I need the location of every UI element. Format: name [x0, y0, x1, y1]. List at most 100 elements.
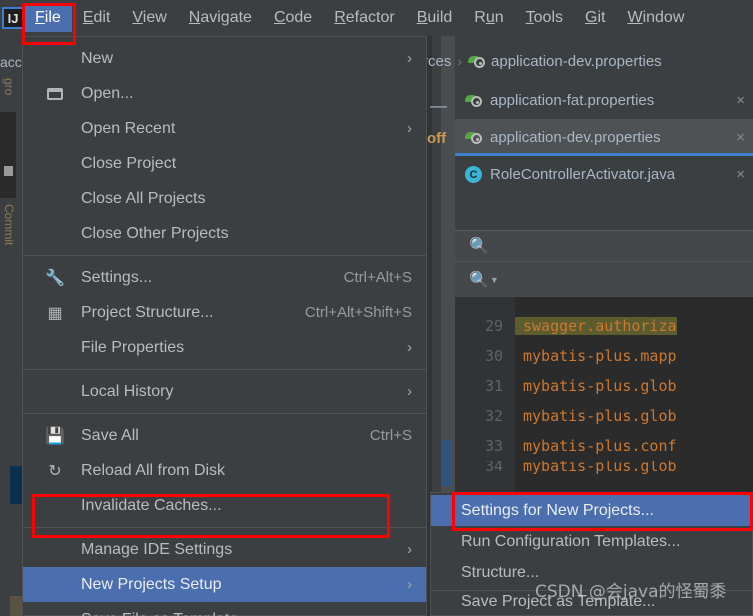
left-tool-strip: acc gro Commit — [0, 36, 22, 616]
menu-item-open-recent[interactable]: Open Recent › — [23, 111, 426, 146]
menu-item-local-history[interactable]: Local History › — [23, 374, 426, 409]
chevron-down-icon[interactable]: ▼ — [490, 275, 499, 285]
breadcrumb-current[interactable]: application-dev.properties — [491, 53, 662, 70]
menu-item-close-all-projects[interactable]: Close All Projects — [23, 181, 426, 216]
tab-label: RoleControllerActivator.java — [490, 166, 676, 183]
menubar-item-file[interactable]: File — [24, 4, 72, 32]
close-icon[interactable]: × — [726, 129, 745, 146]
menubar-item-navigate[interactable]: Navigate — [178, 4, 263, 32]
menu-item-project-structure[interactable]: ▦ Project Structure... Ctrl+Alt+Shift+S — [23, 295, 426, 330]
search-bar-top[interactable]: 🔍 — [455, 230, 753, 261]
submenu-item-run-configuration-templates[interactable]: Run Configuration Templates... — [431, 526, 752, 557]
editor-tab-application-fat[interactable]: application-fat.properties × — [455, 82, 753, 119]
menu-item-label: Local History — [81, 382, 174, 400]
menu-item-settings[interactable]: 🔧 Settings... Ctrl+Alt+S — [23, 260, 426, 295]
menu-item-new-projects-setup[interactable]: New Projects Setup › — [23, 567, 426, 602]
menu-item-file-properties[interactable]: File Properties › — [23, 330, 426, 365]
search-icon[interactable]: 🔍 — [469, 236, 489, 256]
menubar-item-window[interactable]: Window — [616, 4, 695, 32]
tab-label: application-dev.properties — [490, 129, 661, 146]
submenu-item-label: Settings for New Projects... — [461, 501, 654, 519]
close-icon[interactable]: × — [726, 166, 745, 183]
wrench-icon: 🔧 — [45, 269, 65, 287]
menu-item-close-other-projects[interactable]: Close Other Projects — [23, 216, 426, 251]
menubar-item-run[interactable]: Run — [463, 4, 514, 32]
application-window: acc gro Commit — off rces › application-… — [0, 0, 753, 616]
properties-icon — [465, 130, 482, 145]
left-strip-vertical-text-1: gro — [2, 78, 16, 96]
scrollbar-thumb[interactable] — [442, 440, 452, 486]
menu-item-shortcut: Ctrl+Alt+S — [343, 269, 412, 286]
left-strip-vertical-text-2: Commit — [2, 204, 16, 246]
chevron-right-icon: › — [407, 383, 412, 400]
menu-item-invalidate-caches[interactable]: Invalidate Caches... — [23, 488, 426, 523]
menu-item-label: Close All Projects — [81, 189, 206, 207]
chevron-right-icon: › — [407, 541, 412, 558]
save-icon: 💾 — [45, 427, 65, 445]
menu-item-label: Reload All from Disk — [81, 461, 226, 479]
line-number: 32 — [484, 407, 503, 425]
breadcrumb[interactable]: rces › application-dev.properties — [423, 46, 662, 76]
left-strip-highlight-blue — [10, 466, 22, 504]
chevron-right-icon: › — [407, 120, 412, 137]
line-text: mybatis-plus.glob — [523, 461, 677, 475]
left-strip-marker — [4, 166, 13, 176]
menu-bar: IJ File Edit View Navigate Code Refactor… — [0, 0, 753, 36]
module-icon: ▦ — [47, 304, 63, 322]
chevron-right-icon: › — [407, 339, 412, 356]
menu-item-new[interactable]: New › — [23, 41, 426, 76]
menubar-item-git[interactable]: Git — [574, 4, 616, 32]
submenu-item-label: Run Configuration Templates... — [461, 532, 681, 550]
close-icon[interactable]: × — [726, 92, 745, 109]
code-line: 31 mybatis-plus.glob — [455, 371, 753, 401]
submenu-item-settings-for-new-projects[interactable]: Settings for New Projects... — [431, 495, 752, 526]
properties-icon — [465, 93, 482, 108]
editor-tab-application-dev[interactable]: application-dev.properties × — [455, 119, 753, 156]
menu-item-manage-ide-settings[interactable]: Manage IDE Settings › — [23, 532, 426, 567]
watermark: CSDN @会java的怪蜀黍 — [535, 582, 727, 602]
menu-item-label: Close Project — [81, 154, 177, 172]
menu-item-open[interactable]: Open... — [23, 76, 426, 111]
menu-item-label: Save File as Template... — [81, 611, 251, 616]
folder-icon — [45, 84, 65, 104]
left-strip-panel — [0, 112, 16, 198]
editor-tab-bar: application-fat.properties × application… — [455, 82, 753, 193]
reload-icon: ↻ — [48, 462, 62, 480]
breadcrumb-parent[interactable]: rces — [423, 53, 451, 70]
properties-icon — [468, 54, 486, 69]
line-text: swagger.authoriza — [515, 317, 677, 335]
menu-item-save-file-as-template[interactable]: Save File as Template... — [23, 602, 426, 616]
menubar-item-code[interactable]: Code — [263, 4, 323, 32]
menubar-item-view[interactable]: View — [121, 4, 177, 32]
menubar-item-refactor[interactable]: Refactor — [323, 4, 405, 32]
menubar-item-edit[interactable]: Edit — [72, 4, 122, 32]
search-icon[interactable]: 🔍 — [469, 270, 489, 290]
menu-item-reload-all-from-disk[interactable]: ↻ Reload All from Disk — [23, 453, 426, 488]
collapse-icon[interactable]: — — [430, 96, 447, 116]
code-line: 34 mybatis-plus.glob — [455, 461, 753, 475]
menu-item-label: Close Other Projects — [81, 224, 229, 242]
tab-label: application-fat.properties — [490, 92, 655, 109]
app-logo-icon: IJ — [2, 7, 24, 29]
menu-item-label: Project Structure... — [81, 303, 214, 321]
editor-tab-role-controller-activator[interactable]: C RoleControllerActivator.java × — [455, 156, 753, 193]
menu-item-label: Save All — [81, 426, 139, 444]
menu-separator — [23, 413, 426, 414]
menubar-item-tools[interactable]: Tools — [515, 4, 574, 32]
menu-separator — [23, 255, 426, 256]
code-editor[interactable]: 29 swagger.authoriza 30 mybatis-plus.map… — [455, 297, 753, 497]
menu-item-shortcut: Ctrl+S — [369, 427, 412, 444]
chevron-right-icon: › — [407, 50, 412, 67]
menu-item-save-all[interactable]: 💾 Save All Ctrl+S — [23, 418, 426, 453]
chevron-right-icon: › — [407, 576, 412, 593]
menu-item-label: Open... — [81, 84, 134, 102]
left-strip-text: acc — [0, 54, 22, 70]
menu-item-close-project[interactable]: Close Project — [23, 146, 426, 181]
line-text: mybatis-plus.glob — [523, 377, 677, 395]
line-number: 33 — [484, 437, 503, 455]
line-number: 29 — [484, 317, 503, 335]
menubar-item-build[interactable]: Build — [406, 4, 464, 32]
line-number: 30 — [484, 347, 503, 365]
search-bar-second[interactable]: 🔍 ▼ — [455, 261, 753, 297]
left-strip-highlight-tan — [10, 596, 22, 616]
